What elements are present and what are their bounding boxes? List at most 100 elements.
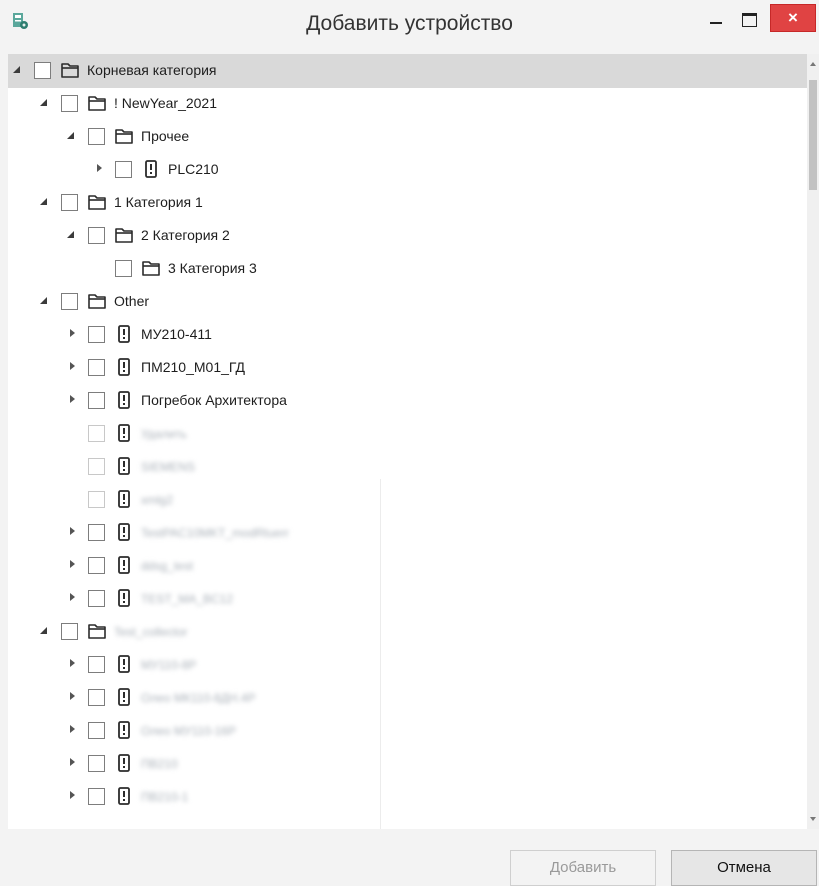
collapse-arrow-icon[interactable] [39, 296, 49, 306]
expand-arrow-icon[interactable] [68, 527, 78, 537]
tree-folder-row[interactable]: Test_collector [8, 615, 808, 648]
tree-folder-row[interactable]: Корневая категория [8, 54, 808, 87]
scroll-up-icon[interactable] [810, 62, 816, 66]
tree-item-label: 3 Категория 3 [168, 260, 257, 276]
tree-checkbox[interactable] [61, 194, 78, 211]
tree-checkbox[interactable] [61, 293, 78, 310]
tree-item-label: ddsg_test [141, 559, 194, 573]
tree-item-label: PLC210 [168, 161, 219, 177]
scroll-down-icon[interactable] [810, 817, 816, 821]
tree-item-label: ПВ210-1 [141, 790, 189, 804]
expand-arrow-icon[interactable] [68, 659, 78, 669]
tree-item-label: ПВ210 [141, 757, 178, 771]
collapse-arrow-icon[interactable] [39, 197, 49, 207]
tree-checkbox[interactable] [88, 128, 105, 145]
device-icon [114, 555, 134, 575]
expand-arrow-icon[interactable] [68, 758, 78, 768]
tree-item-label: Прочее [141, 128, 190, 144]
tree-folder-row[interactable]: 3 Категория 3 [8, 252, 808, 285]
collapse-arrow-icon[interactable] [66, 131, 76, 141]
tree-folder-row[interactable]: Прочее [8, 120, 808, 153]
tree-checkbox[interactable] [88, 656, 105, 673]
tree-checkbox[interactable] [88, 524, 105, 541]
cancel-button[interactable]: Отмена [671, 850, 817, 886]
tree-device-row[interactable]: Олео МУ110-16Р [8, 714, 808, 747]
tree-item-label: Test_collector [114, 625, 188, 639]
tree-device-row[interactable]: TEST_MA_BC12 [8, 582, 808, 615]
expand-arrow-icon[interactable] [68, 791, 78, 801]
tree-item-label: Корневая категория [87, 62, 217, 78]
tree-device-row[interactable]: МУ110-8Р [8, 648, 808, 681]
tree-device-row[interactable]: ПВ210-1 [8, 780, 808, 813]
tree-checkbox[interactable] [88, 392, 105, 409]
expand-arrow-icon[interactable] [68, 725, 78, 735]
tree-device-row[interactable]: МУ210-411 [8, 318, 808, 351]
device-icon [114, 687, 134, 707]
close-icon[interactable]: × [770, 4, 816, 32]
tree-item-label: Олео МУ110-16Р [141, 724, 236, 738]
tree-folder-row[interactable]: Other [8, 285, 808, 318]
expand-arrow-icon[interactable] [68, 329, 78, 339]
tree-item-label: TestPAC10MKT_modRtuerr [141, 526, 289, 540]
expand-arrow-icon[interactable] [68, 560, 78, 570]
tree-device-row[interactable]: TestPAC10MKT_modRtuerr [8, 516, 808, 549]
tree-item-label: ПМ210_М01_ГД [141, 359, 246, 375]
device-icon [114, 588, 134, 608]
tree-checkbox[interactable] [88, 227, 105, 244]
expand-arrow-icon[interactable] [68, 395, 78, 405]
tree-checkbox[interactable] [88, 590, 105, 607]
device-icon [141, 159, 161, 179]
tree-device-row[interactable]: xmlg2 [8, 483, 808, 516]
tree-checkbox[interactable] [88, 722, 105, 739]
collapse-arrow-icon[interactable] [39, 98, 49, 108]
tree-checkbox[interactable] [88, 755, 105, 772]
tree-device-row[interactable]: Олео МК110-8ДН.4Р [8, 681, 808, 714]
tree-checkbox[interactable] [88, 557, 105, 574]
tree-item-label: Олео МК110-8ДН.4Р [141, 691, 256, 705]
tree-device-row[interactable]: Погребок Архитектора [8, 384, 808, 417]
tree-item-label: SIEMENS [141, 460, 196, 474]
tree-folder-row[interactable]: 1 Категория 1 [8, 186, 808, 219]
tree-device-row[interactable]: ПМ210_М01_ГД [8, 351, 808, 384]
add-button[interactable]: Добавить [510, 850, 656, 886]
tree-item-label: МУ210-411 [141, 326, 212, 342]
tree-item-label: ! NewYear_2021 [114, 95, 218, 111]
tree-item-label: xmlg2 [141, 493, 174, 507]
collapse-arrow-icon[interactable] [66, 230, 76, 240]
tree-device-row[interactable]: PLC210 [8, 153, 808, 186]
maximize-icon[interactable] [737, 8, 761, 30]
expand-arrow-icon[interactable] [68, 692, 78, 702]
tree-device-row[interactable]: Удалить [8, 417, 808, 450]
tree-checkbox[interactable] [88, 788, 105, 805]
tree-checkbox[interactable] [88, 689, 105, 706]
expand-arrow-icon[interactable] [68, 593, 78, 603]
tree-device-row[interactable]: SIEMENS [8, 450, 808, 483]
tree-checkbox[interactable] [115, 161, 132, 178]
expand-arrow-icon[interactable] [95, 164, 105, 174]
collapse-arrow-icon[interactable] [12, 65, 22, 75]
tree-checkbox[interactable] [88, 359, 105, 376]
tree-folder-row[interactable]: ! NewYear_2021 [8, 87, 808, 120]
folder-icon [87, 93, 107, 113]
tree-device-row[interactable]: ddsg_test [8, 549, 808, 582]
folder-icon [60, 60, 80, 80]
tree-item-label: Удалить [141, 427, 187, 441]
collapse-arrow-icon[interactable] [39, 626, 49, 636]
expand-arrow-icon[interactable] [68, 362, 78, 372]
scroll-thumb[interactable] [809, 80, 817, 190]
device-icon [114, 786, 134, 806]
device-icon [114, 456, 134, 476]
tree-device-row[interactable]: ПВ210 [8, 747, 808, 780]
tree-checkbox[interactable] [115, 260, 132, 277]
tree-checkbox[interactable] [61, 95, 78, 112]
minimize-icon[interactable] [704, 8, 728, 30]
tree-folder-row[interactable]: 2 Категория 2 [8, 219, 808, 252]
tree-checkbox[interactable] [88, 326, 105, 343]
tree-checkbox[interactable] [61, 623, 78, 640]
vertical-scrollbar[interactable] [807, 54, 819, 829]
device-icon [114, 390, 134, 410]
tree-checkbox[interactable] [34, 62, 51, 79]
tree-checkbox [88, 458, 105, 475]
device-tree[interactable]: Корневая категория ! NewYear_2021 Прочее PL… [8, 54, 819, 829]
folder-icon [87, 192, 107, 212]
